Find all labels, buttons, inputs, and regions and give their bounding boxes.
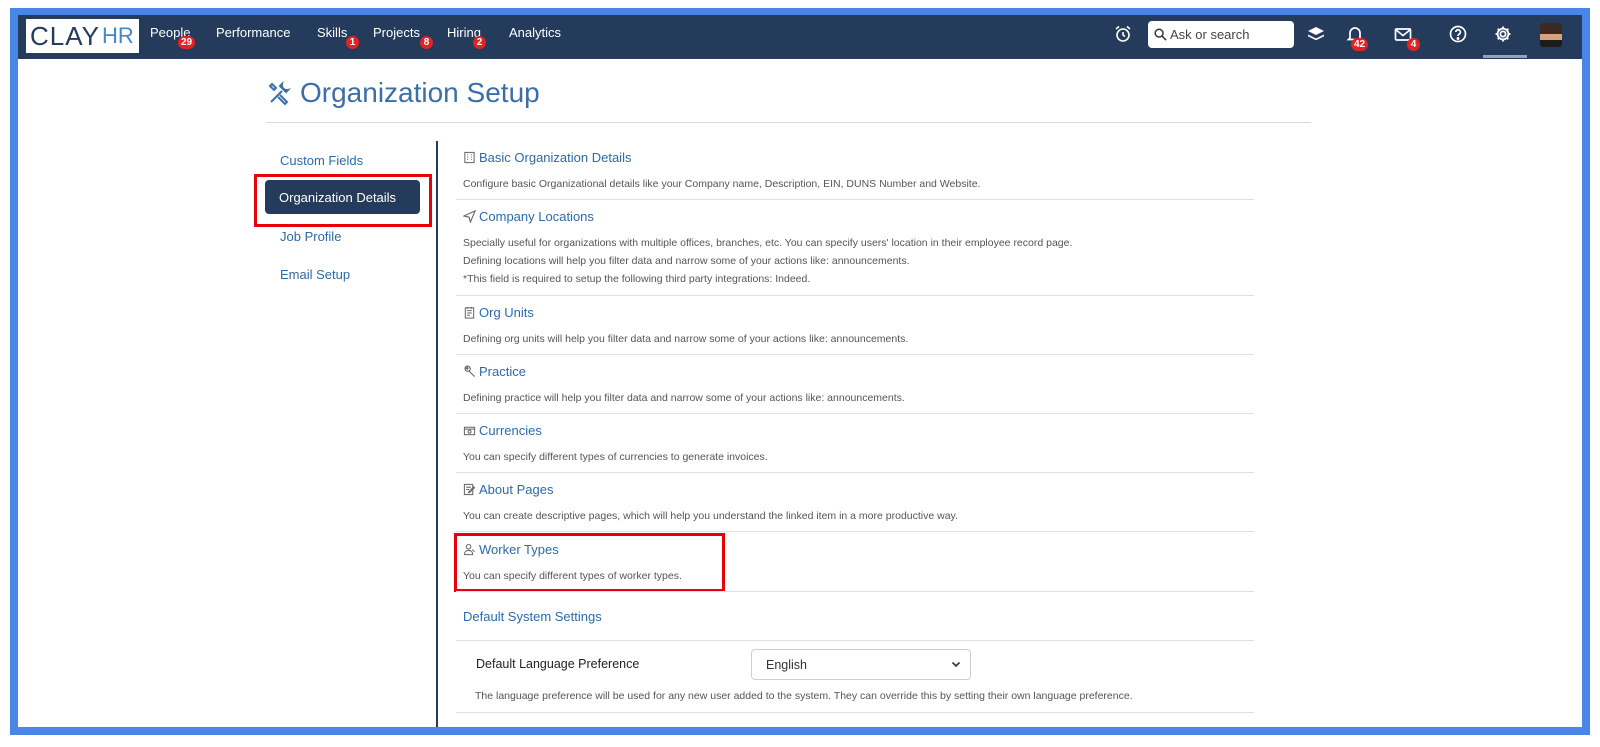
- help-icon[interactable]: [1448, 24, 1470, 46]
- selected-language: English: [766, 657, 807, 672]
- settings-gear-icon[interactable]: [1493, 24, 1515, 46]
- section-title-text: Basic Organization Details: [479, 150, 632, 165]
- page-title: Organization Setup: [266, 77, 540, 109]
- hiring-badge: 2: [473, 36, 486, 49]
- desc-line: You can specify different types of curre…: [463, 451, 768, 463]
- user-avatar[interactable]: [1540, 23, 1562, 47]
- section-title-text: Org Units: [479, 305, 534, 320]
- section-title-text: About Pages: [479, 482, 554, 497]
- highlight-box-sidebar: [254, 174, 432, 227]
- default-language-label: Default Language Preference: [476, 657, 640, 671]
- notifications-badge: 42: [1351, 38, 1369, 51]
- desc-line: Defining org units will help you filter …: [463, 333, 909, 345]
- edit-page-icon: [463, 483, 476, 496]
- search-icon: [1154, 28, 1167, 41]
- page-title-text: Organization Setup: [300, 77, 540, 108]
- section-divider: [456, 591, 1254, 592]
- top-navigation-bar: CLAY HR People 29 Performance Skills 1 P…: [18, 15, 1582, 59]
- desc-line: *This field is required to setup the fol…: [463, 273, 811, 285]
- desc-line: Defining locations will help you filter …: [463, 255, 910, 267]
- language-preference-description: The language preference will be used for…: [475, 690, 1133, 702]
- sidebar-item-custom-fields[interactable]: Custom Fields: [280, 153, 363, 168]
- section-divider: [456, 712, 1254, 713]
- highlight-box-worker-types: [454, 533, 725, 592]
- org-units-icon: [464, 306, 475, 319]
- section-org-units[interactable]: Org Units: [463, 305, 534, 320]
- section-divider: [456, 413, 1254, 414]
- section-description: Configure basic Organizational details l…: [463, 175, 980, 193]
- section-divider: [456, 199, 1254, 200]
- layers-icon[interactable]: [1306, 24, 1328, 46]
- wrench-icon: [464, 365, 476, 378]
- nav-analytics[interactable]: Analytics: [509, 25, 561, 40]
- building-icon: [464, 151, 475, 164]
- section-divider: [456, 531, 1254, 532]
- clayhr-logo[interactable]: CLAY HR: [26, 19, 139, 53]
- section-divider: [456, 354, 1254, 355]
- section-title-text: Company Locations: [479, 209, 594, 224]
- location-arrow-icon: [463, 210, 476, 223]
- section-about-pages[interactable]: About Pages: [463, 482, 553, 497]
- skills-badge: 1: [346, 36, 359, 49]
- app-frame: CLAY HR People 29 Performance Skills 1 P…: [10, 8, 1590, 735]
- desc-line: You can create descriptive pages, which …: [463, 510, 958, 522]
- logo-hr-text: HR: [102, 23, 134, 48]
- alarm-clock-icon[interactable]: [1113, 24, 1135, 46]
- content-divider: [436, 141, 438, 727]
- section-basic-organization-details[interactable]: Basic Organization Details: [463, 150, 631, 165]
- section-currencies[interactable]: Currencies: [463, 423, 542, 438]
- desc-line: Specially useful for organizations with …: [463, 237, 1073, 249]
- section-practice[interactable]: Practice: [463, 364, 526, 379]
- default-system-settings-title: Default System Settings: [463, 609, 602, 624]
- section-divider: [456, 472, 1254, 473]
- sidebar-item-email-setup[interactable]: Email Setup: [280, 267, 350, 282]
- section-description: Defining org units will help you filter …: [463, 330, 908, 348]
- section-description: You can specify different types of curre…: [463, 448, 768, 466]
- tools-icon: [268, 80, 292, 106]
- messages-badge: 4: [1407, 38, 1420, 51]
- section-title-text: Practice: [479, 364, 526, 379]
- settings-active-indicator: [1483, 55, 1527, 58]
- section-description: Defining practice will help you filter d…: [463, 389, 905, 407]
- projects-badge: 8: [420, 36, 433, 49]
- search-input[interactable]: [1170, 27, 1288, 42]
- search-box[interactable]: [1148, 21, 1294, 48]
- sidebar-item-job-profile[interactable]: Job Profile: [280, 229, 341, 244]
- section-description: You can create descriptive pages, which …: [463, 507, 958, 525]
- chevron-down-icon: [951, 661, 961, 668]
- currency-icon: [463, 426, 476, 436]
- title-divider: [266, 122, 1311, 123]
- section-divider: [456, 295, 1254, 296]
- nav-skills[interactable]: Skills: [317, 25, 347, 40]
- section-description: Specially useful for organizations with …: [463, 234, 1072, 288]
- section-divider: [456, 640, 1254, 641]
- desc-line: Configure basic Organizational details l…: [463, 178, 981, 190]
- section-title-text: Currencies: [479, 423, 542, 438]
- logo-clay-text: CLAY: [30, 20, 100, 51]
- nav-projects[interactable]: Projects: [373, 25, 420, 40]
- section-company-locations[interactable]: Company Locations: [463, 209, 594, 224]
- default-language-select[interactable]: English: [751, 649, 971, 680]
- people-badge: 29: [178, 36, 196, 49]
- desc-line: Defining practice will help you filter d…: [463, 392, 905, 404]
- nav-performance[interactable]: Performance: [216, 25, 290, 40]
